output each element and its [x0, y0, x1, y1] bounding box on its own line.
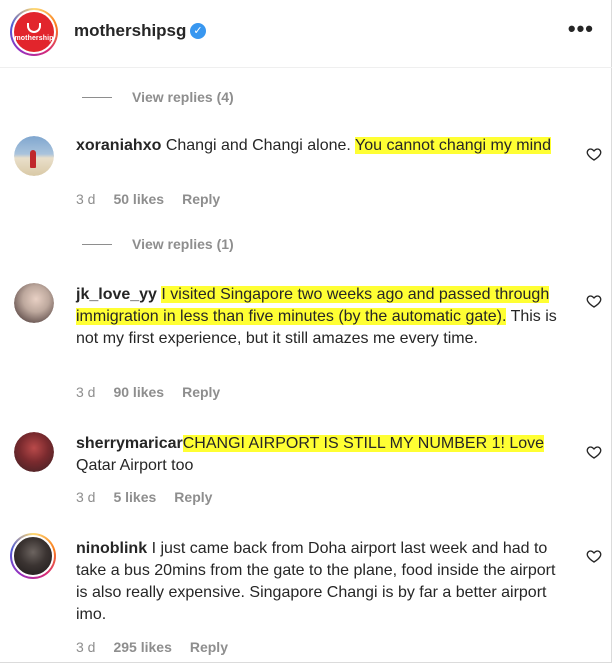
comment-text: jk_love_yy I visited Singapore two weeks… [76, 284, 566, 350]
like-heart-icon[interactable] [586, 444, 602, 460]
highlighted-text: CHANGI AIRPORT IS STILL MY NUMBER 1! Lov… [182, 435, 545, 452]
comment-time: 3 d [76, 384, 96, 400]
view-replies-button[interactable]: View replies (1) [82, 234, 234, 254]
comment-username[interactable]: xoraniahxo [76, 137, 161, 154]
like-heart-icon[interactable] [586, 548, 602, 564]
more-options-icon[interactable]: ••• [568, 16, 594, 42]
post-header: mothership mothershipsg ✓ ••• [0, 0, 612, 68]
comment-username[interactable]: sherrymaricar [76, 435, 183, 452]
logo-text: mothership [14, 34, 54, 42]
reply-divider [82, 243, 112, 245]
comment-time: 3 d [76, 489, 96, 505]
comment-time: 3 d [76, 639, 96, 655]
account-avatar[interactable]: mothership [10, 8, 58, 56]
likes-count[interactable]: 295 likes [113, 639, 171, 655]
comment-meta: 3 d 5 likes Reply [76, 489, 212, 505]
reply-button[interactable]: Reply [182, 384, 220, 400]
comments-panel: mothership mothershipsg ✓ ••• View repli… [0, 0, 612, 663]
mothership-logo: mothership [14, 12, 54, 52]
highlighted-text: You cannot changi my mind [355, 137, 551, 154]
avatar[interactable] [10, 533, 56, 579]
account-username[interactable]: mothershipsg [74, 21, 186, 41]
avatar[interactable] [14, 136, 54, 176]
comment-body: I just came back from Doha airport last … [76, 540, 556, 623]
comment-body: Changi and Changi alone. [165, 137, 351, 154]
view-replies-label: View replies (1) [132, 236, 234, 252]
likes-count[interactable]: 90 likes [113, 384, 164, 400]
verified-badge-icon: ✓ [190, 23, 206, 39]
comment-time: 3 d [76, 191, 96, 207]
comment-username[interactable]: ninoblink [76, 540, 147, 557]
view-replies-label: View replies (4) [132, 89, 234, 105]
comment-body: Qatar Airport too [76, 457, 194, 474]
avatar[interactable] [14, 432, 54, 472]
comment-text: ninoblink I just came back from Doha air… [76, 538, 566, 626]
reply-button[interactable]: Reply [182, 191, 220, 207]
avatar[interactable] [14, 283, 54, 323]
reply-button[interactable]: Reply [174, 489, 212, 505]
comment-username[interactable]: jk_love_yy [76, 286, 157, 303]
comment-text: sherrymaricarCHANGI AIRPORT IS STILL MY … [76, 433, 566, 477]
reply-divider [82, 96, 112, 98]
likes-count[interactable]: 5 likes [113, 489, 156, 505]
comment-meta: 3 d 50 likes Reply [76, 191, 220, 207]
like-heart-icon[interactable] [586, 293, 602, 309]
comment-text: xoraniahxo Changi and Changi alone. You … [76, 135, 566, 157]
reply-button[interactable]: Reply [190, 639, 228, 655]
logo-mark-icon [27, 22, 41, 33]
comment-meta: 3 d 295 likes Reply [76, 639, 228, 655]
like-heart-icon[interactable] [586, 146, 602, 162]
likes-count[interactable]: 50 likes [113, 191, 164, 207]
comment-meta: 3 d 90 likes Reply [76, 384, 220, 400]
view-replies-button[interactable]: View replies (4) [82, 87, 234, 107]
